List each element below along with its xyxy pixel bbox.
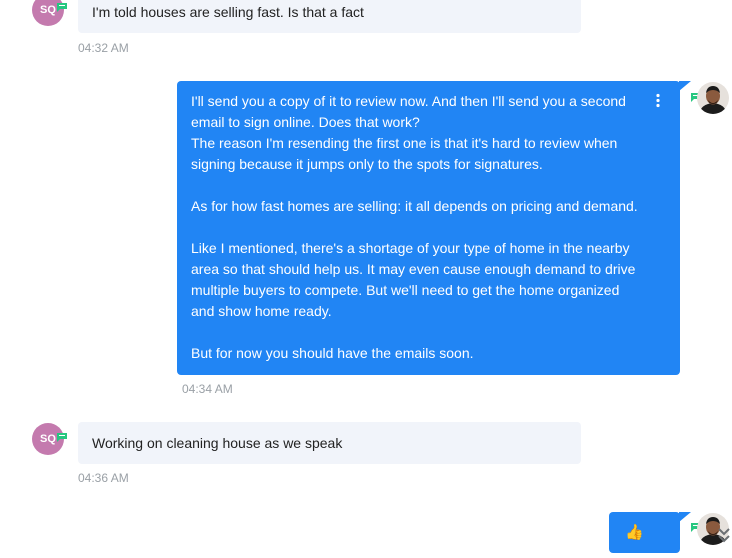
bubble-tail — [679, 81, 691, 91]
message-text: Working on cleaning house as we speak — [92, 435, 343, 451]
double-chevron-down-icon — [718, 528, 730, 543]
vertical-dots-icon — [656, 93, 660, 108]
message-timestamp: 04:34 AM — [182, 382, 233, 396]
message-line: Like I mentioned, there's a shortage of … — [191, 240, 636, 319]
message-menu-button[interactable] — [652, 93, 664, 109]
message-bubble-incoming: Working on cleaning house as we speak — [78, 422, 581, 464]
message-blank-line — [191, 175, 640, 196]
message-blank-line — [191, 217, 640, 238]
avatar-initials: SQ — [40, 4, 56, 16]
message-line: But for now you should have the emails s… — [191, 345, 474, 361]
thumbs-up-emoji: 👍 — [625, 524, 644, 541]
message-line: As for how fast homes are selling: it al… — [191, 198, 638, 214]
chat-bubble-icon — [57, 433, 67, 442]
message-line: I'll send you a copy of it to review now… — [191, 93, 626, 130]
message-timestamp: 04:32 AM — [78, 41, 129, 55]
avatar-initials: SQ — [40, 433, 56, 445]
message-blank-line — [191, 322, 640, 343]
message-line: The reason I'm resending the first one i… — [191, 135, 618, 172]
message-text: I'm told houses are selling fast. Is tha… — [92, 4, 364, 20]
chat-bubble-icon — [57, 3, 67, 12]
message-bubble-incoming: I'm told houses are selling fast. Is tha… — [78, 0, 581, 33]
agent-avatar — [697, 82, 729, 114]
bubble-tail — [679, 512, 691, 522]
message-timestamp: 04:36 AM — [78, 471, 129, 485]
message-bubble-outgoing: 👍 — [609, 512, 680, 553]
message-bubble-outgoing: I'll send you a copy of it to review now… — [177, 81, 680, 375]
scroll-to-bottom-button[interactable] — [716, 526, 732, 546]
